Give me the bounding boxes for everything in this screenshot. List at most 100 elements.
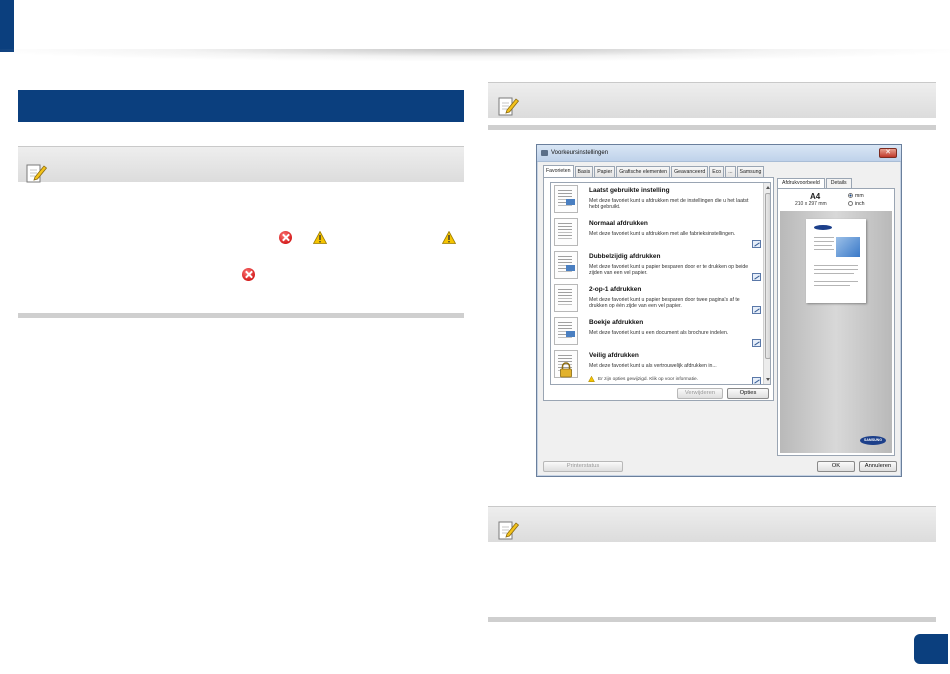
preview-page [806,219,866,303]
note-footer-band [488,125,936,130]
favorite-title: Boekje afdrukken [589,319,644,326]
note-box-right-bottom [488,506,936,622]
preview-area: SAMSUNG [780,211,892,453]
unit-mm-label: mm [855,193,864,199]
options-changed-warning: Er zijn opties gewijzigd. Klik op voor i… [598,377,698,382]
text-line [814,281,858,282]
edit-icon[interactable] [752,273,761,281]
favorite-description: Met deze favoriet kunt u papier besparen… [589,264,749,276]
radio-selected-icon [848,193,853,198]
tab-samsung[interactable]: Samsung [736,166,765,177]
manual-page: Voorkeursinstellingen ✕ Favorieten Basis… [0,0,950,674]
edit-icon[interactable] [752,240,761,248]
favorite-description: Met deze favoriet kunt u afdrukken met a… [589,231,736,237]
close-button[interactable]: ✕ [879,148,897,158]
paper-dimensions: 210 x 297 mm [795,201,827,207]
list-item[interactable]: Laatst gebruikte instelling Met deze fav… [551,183,763,216]
favorite-thumbnail [554,218,578,246]
brand-logo-mini [814,225,832,230]
tab-more[interactable]: ... [725,166,736,177]
print-preferences-dialog: Voorkeursinstellingen ✕ Favorieten Basis… [536,144,902,477]
list-item[interactable]: Normaal afdrukken Met deze favoriet kunt… [551,216,763,249]
cancel-button[interactable]: Annuleren [859,461,897,472]
list-item[interactable]: Dubbelzijdig afdrukken Met deze favoriet… [551,249,763,282]
tab-favorieten[interactable]: Favorieten [543,165,574,177]
note-box-right-top [488,82,936,130]
tab-papier[interactable]: Papier [594,166,616,177]
scrollbar-thumb[interactable] [765,193,770,359]
note-header-band [18,146,464,182]
dialog-titlebar: Voorkeursinstellingen ✕ [537,145,901,162]
tab-eco[interactable]: Eco [709,166,725,177]
note-header-band [488,82,936,118]
tab-geavanceerd[interactable]: Geavanceerd [671,166,709,177]
tab-print-preview[interactable]: Afdrukvoorbeeld [777,178,825,188]
printer-icon [541,150,548,156]
unit-inch-label: inch [855,201,865,207]
brand-logo: SAMSUNG [860,436,886,445]
ok-button[interactable]: OK [817,461,855,472]
favorite-title: Dubbelzijdig afdrukken [589,253,661,260]
delete-button[interactable]: Verwijderen [677,388,723,399]
text-line [814,269,858,270]
note-pencil-icon [26,164,48,183]
favorite-description: Met deze favoriet kunt u afdrukken met d… [589,198,749,210]
text-line [814,241,834,242]
favorite-thumbnail [554,251,578,279]
dialog-title: Voorkeursinstellingen [551,150,609,156]
note-pencil-icon [498,521,520,540]
favorite-description: Met deze favoriet kunt u papier besparen… [589,297,740,309]
tab-basis[interactable]: Basis [574,166,594,177]
preview-image [836,237,860,257]
note-footer-band [18,313,464,318]
favorite-thumbnail [554,317,578,345]
favorite-description: Met deze favoriet kunt u een document al… [589,330,729,336]
section-heading-bar [18,90,464,122]
tab-details[interactable]: Details [825,178,852,188]
note-footer-band [488,617,936,622]
list-item[interactable]: Veilig afdrukken Met deze favoriet kunt … [551,348,763,384]
favorite-description: Met deze favoriet kunt u als vertrouweli… [589,363,717,369]
text-line [814,285,850,286]
scroll-down-icon[interactable] [766,378,770,381]
preview-tabs: Afdrukvoorbeeld Details [777,178,853,188]
header-rule [0,49,950,61]
text-line [814,249,834,250]
note-pencil-icon [498,97,520,116]
favorites-list: Laatst gebruikte instelling Met deze fav… [550,182,771,385]
scroll-up-icon[interactable] [766,186,770,189]
edit-icon[interactable] [752,339,761,347]
text-line [814,265,858,266]
text-line [814,237,834,238]
header-accent-bar [0,0,14,52]
favorite-thumbnail [554,284,578,312]
unit-inch-radio[interactable]: inch [848,201,888,207]
favorites-scrollbar[interactable] [763,183,770,384]
settings-tabs: Favorieten Basis Papier Grafische elemen… [543,165,765,177]
list-item[interactable]: 2-op-1 afdrukken Met deze favoriet kunt … [551,282,763,315]
lock-icon [560,362,572,378]
note-box-left [18,146,464,318]
favorite-thumbnail [554,185,578,213]
page-number-tab [914,634,948,664]
warning-icon [313,231,327,244]
favorite-title: 2-op-1 afdrukken [589,286,642,293]
options-button[interactable]: Opties [727,388,769,399]
list-item[interactable]: Boekje afdrukken Met deze favoriet kunt … [551,315,763,348]
tab-grafische-elementen[interactable]: Grafische elementen [616,166,671,177]
favorite-title: Normaal afdrukken [589,220,648,227]
paper-size: A4 [810,192,821,201]
unit-mm-radio[interactable]: mm [848,193,888,199]
edit-icon[interactable] [752,306,761,314]
error-icon [279,231,292,244]
printer-status-button[interactable]: Printerstatus [543,461,623,472]
favorite-title: Laatst gebruikte instelling [589,187,670,194]
text-line [814,245,832,246]
warning-icon [442,231,456,244]
note-header-band [488,506,936,542]
edit-icon[interactable] [752,377,761,384]
preview-panel: A4 210 x 297 mm mm inch SAMSUNG [777,188,895,456]
error-icon [242,268,255,281]
radio-empty-icon [848,201,853,206]
favorite-title: Veilig afdrukken [589,352,639,359]
